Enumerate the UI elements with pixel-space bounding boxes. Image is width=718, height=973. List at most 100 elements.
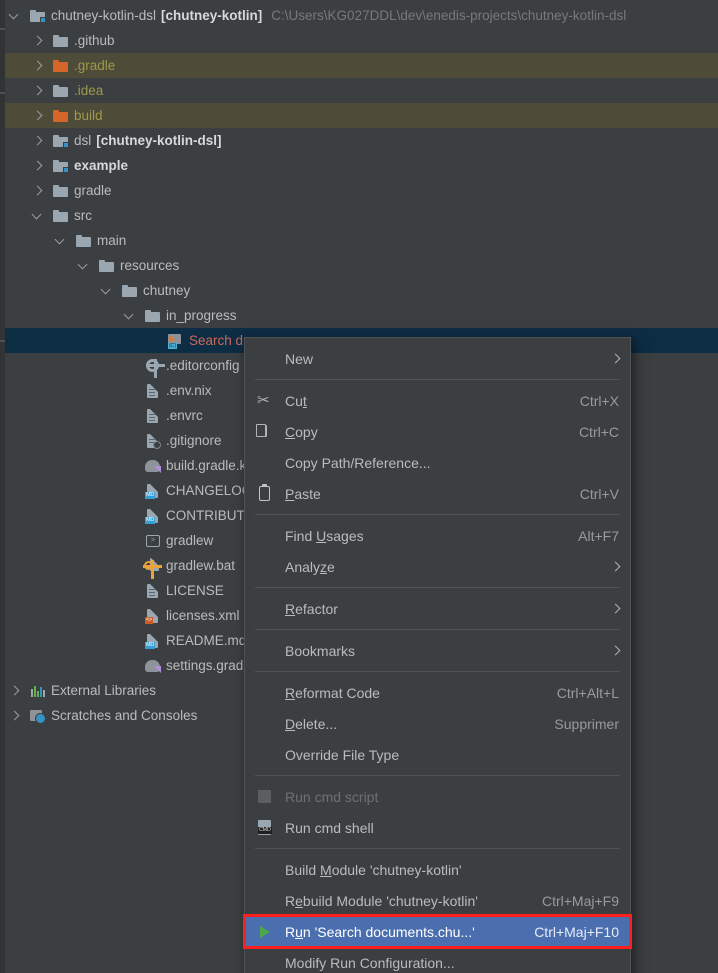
kotlin-script-icon: {C} xyxy=(167,332,184,349)
project-tool-window: chutney-kotlin-dsl [chutney-kotlin] C:\U… xyxy=(0,0,718,973)
chevron-down-icon[interactable] xyxy=(77,259,90,272)
folder-icon xyxy=(52,207,69,224)
menu-item-run-search-documents-chu[interactable]: Run 'Search documents.chu...' Ctrl+Maj+F1… xyxy=(243,914,632,949)
chevron-right-icon[interactable] xyxy=(31,134,44,147)
chevron-right-icon[interactable] xyxy=(31,184,44,197)
tree-row-root[interactable]: chutney-kotlin-dsl [chutney-kotlin] C:\U… xyxy=(0,3,718,28)
tree-row-chutney[interactable]: chutney xyxy=(0,278,718,303)
menu-item-find-usages[interactable]: Find Usages Alt+F7 xyxy=(245,520,630,551)
tree-row-idea[interactable]: .idea xyxy=(0,78,718,103)
file-icon xyxy=(144,582,161,599)
menu-item-label: Modify Run Configuration... xyxy=(285,954,455,971)
menu-item-rebuild-module-chutney-kotlin[interactable]: Rebuild Module 'chutney-kotlin' Ctrl+Maj+… xyxy=(245,885,630,916)
bat-file-icon xyxy=(143,557,162,579)
menu-item-label: Override File Type xyxy=(285,746,400,763)
tree-row-build[interactable]: build xyxy=(0,103,718,128)
menu-item-override-file-type[interactable]: Override File Type xyxy=(245,739,630,770)
module-folder-icon xyxy=(52,157,69,174)
menu-item-shortcut: Alt+F7 xyxy=(578,527,619,544)
chevron-down-icon[interactable] xyxy=(123,309,136,322)
menu-item-shortcut: Supprimer xyxy=(554,715,619,732)
tree-item-label: Scratches and Consoles xyxy=(51,707,198,723)
tree-row-in-progress[interactable]: in_progress xyxy=(0,303,718,328)
tree-row-example[interactable]: example xyxy=(0,153,718,178)
folder-icon xyxy=(98,257,115,274)
chevron-right-icon xyxy=(610,645,621,656)
grey-file-icon xyxy=(256,788,276,806)
chevron-down-icon[interactable] xyxy=(31,209,44,222)
context-menu[interactable]: New ✂ Cut Ctrl+X Copy Ctrl+C Copy Path/Referen… xyxy=(243,337,632,973)
folder-icon xyxy=(52,82,69,99)
module-folder-icon xyxy=(52,132,69,149)
menu-item-paste[interactable]: Paste Ctrl+V xyxy=(245,478,630,509)
menu-item-run-cmd-shell[interactable]: CMD Run cmd shell xyxy=(245,812,630,843)
paste-icon xyxy=(256,483,276,503)
tree-row-gradle[interactable]: .gradle xyxy=(0,53,718,78)
chevron-right-icon[interactable] xyxy=(31,34,44,47)
tree-item-label: Search d xyxy=(189,332,244,348)
menu-item-modify-run-configuration[interactable]: Modify Run Configuration... xyxy=(245,947,630,973)
chevron-right-icon[interactable] xyxy=(31,159,44,172)
tree-row-main[interactable]: main xyxy=(0,228,718,253)
folder-icon xyxy=(121,282,138,299)
tree-item-label: main xyxy=(97,232,127,248)
script-file-icon: > xyxy=(144,532,161,549)
tree-row-resources[interactable]: resources xyxy=(0,253,718,278)
tree-item-label: dsl xyxy=(74,132,92,148)
markdown-file-icon: MD xyxy=(144,482,161,499)
menu-item-analyze[interactable]: Analyze xyxy=(245,551,630,582)
folder-icon xyxy=(75,232,92,249)
run-icon xyxy=(256,923,276,941)
tree-row-dsl[interactable]: dsl [chutney-kotlin-dsl] xyxy=(0,128,718,153)
menu-item-bookmarks[interactable]: Bookmarks xyxy=(245,635,630,666)
tree-row-github[interactable]: .github xyxy=(0,28,718,53)
menu-item-copy[interactable]: Copy Ctrl+C xyxy=(245,416,630,447)
menu-item-label: Cut xyxy=(285,392,307,409)
folder-icon xyxy=(52,182,69,199)
chevron-down-icon[interactable] xyxy=(8,9,21,22)
menu-item-build-module-chutney-kotlin[interactable]: Build Module 'chutney-kotlin' xyxy=(245,854,630,885)
menu-item-reformat-code[interactable]: Reformat Code Ctrl+Alt+L xyxy=(245,677,630,708)
markdown-file-icon: MD xyxy=(144,507,161,524)
tree-item-label: .idea xyxy=(74,82,104,98)
chevron-right-icon[interactable] xyxy=(31,84,44,97)
menu-separator xyxy=(255,629,620,630)
menu-icon-placeholder xyxy=(256,350,276,368)
tree-row-gradle[interactable]: gradle xyxy=(0,178,718,203)
menu-item-cut[interactable]: ✂ Cut Ctrl+X xyxy=(245,385,630,416)
menu-item-label: Bookmarks xyxy=(285,642,356,659)
chevron-right-icon[interactable] xyxy=(31,109,44,122)
menu-item-label: Analyze xyxy=(285,558,335,575)
chevron-right-icon[interactable] xyxy=(8,684,21,697)
folder-icon xyxy=(144,307,161,324)
chevron-right-icon xyxy=(610,561,621,572)
tree-item-module-suffix: [chutney-kotlin-dsl] xyxy=(96,133,222,148)
chevron-right-icon xyxy=(610,353,621,364)
menu-item-copy-path-reference[interactable]: Copy Path/Reference... xyxy=(245,447,630,478)
tree-item-label: README.md xyxy=(166,632,247,648)
chevron-right-icon[interactable] xyxy=(31,59,44,72)
menu-item-new[interactable]: New xyxy=(245,343,630,374)
menu-item-label: New xyxy=(285,350,314,367)
menu-icon-placeholder xyxy=(256,684,276,702)
menu-item-shortcut: Ctrl+Maj+F9 xyxy=(541,892,619,909)
chevron-right-icon[interactable] xyxy=(8,709,21,722)
menu-icon-placeholder xyxy=(256,600,276,618)
chevron-down-icon[interactable] xyxy=(100,284,113,297)
menu-separator xyxy=(255,587,620,588)
menu-separator xyxy=(255,775,620,776)
menu-icon-placeholder xyxy=(256,715,276,733)
menu-item-refactor[interactable]: Refactor xyxy=(245,593,630,624)
chevron-down-icon[interactable] xyxy=(54,234,67,247)
menu-item-delete[interactable]: Delete... Supprimer xyxy=(245,708,630,739)
scissors-icon: ✂ xyxy=(257,391,270,409)
tree-row-src[interactable]: src xyxy=(0,203,718,228)
